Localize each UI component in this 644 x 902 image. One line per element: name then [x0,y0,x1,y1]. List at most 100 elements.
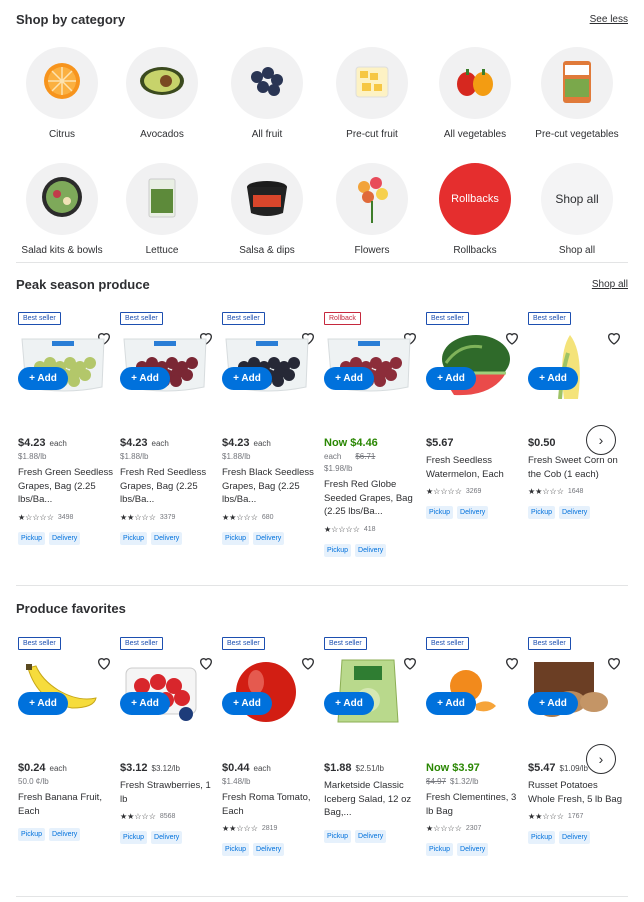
product-card[interactable]: Best seller + Add Now $3.97 $4.97 $1.32/lb… [426,632,522,856]
see-less-link[interactable]: See less [590,14,628,25]
rating: ★☆☆☆☆ 3269 [426,487,522,496]
category-shop-all[interactable]: Shop all Shop all [527,163,627,256]
fulfillment-tags: Pickup Delivery [324,543,420,557]
review-count: 418 [363,525,376,533]
avocado-icon [132,51,192,116]
review-count: 1767 [567,813,584,820]
product-name[interactable]: Fresh Sweet Corn on the Cob (1 each) [528,454,624,481]
product-name[interactable]: Marketside Classic Iceberg Salad, 12 oz … [324,779,420,820]
tag-pickup: Pickup [426,506,454,519]
product-card[interactable]: Best seller + Add $4.23 each $1.88/lb Fres… [18,307,114,545]
tag-delivery: Delivery [457,506,489,519]
add-button[interactable]: + Add [324,692,374,715]
tag-delivery: Delivery [49,828,81,841]
product-card[interactable]: Best seller + Add $4.23 each $1.88/lb Fres… [222,307,318,545]
category-image[interactable]: Rollbacks [439,163,511,235]
add-button[interactable]: + Add [222,692,272,715]
product-card[interactable]: Best seller + Add $3.12 $3.12/lb Fresh St… [120,632,216,844]
product-card[interactable]: Best seller + Add $0.50 Fresh Sweet Corn… [528,307,624,519]
add-button[interactable]: + Add [528,367,578,390]
product-card[interactable]: Best seller + Add $4.23 each $1.88/lb Fres… [120,307,216,545]
review-count: 3379 [159,513,176,521]
rating: ★☆☆☆☆ 3498 [18,513,114,522]
add-button[interactable]: + Add [528,692,578,715]
product-card[interactable]: Rollback + Add Now $4.46 each $6.71 $1.98/l… [324,307,420,557]
category-flowers[interactable]: Flowers [322,163,422,256]
tag-delivery: Delivery [49,531,81,545]
lettuce-icon [132,167,192,232]
category-pre-cut-vegetables[interactable]: Pre-cut vegetables [527,47,627,140]
category-image[interactable] [231,47,303,119]
add-button[interactable]: + Add [426,367,476,390]
fulfillment-tags: Pickup Delivery [324,829,420,843]
chevron-right-icon: › [598,751,604,767]
category-image[interactable]: Shop all [541,163,613,235]
divider [16,262,628,263]
product-name[interactable]: Fresh Red Globe Seeded Grapes, Bag (2.25… [324,478,420,519]
product-name[interactable]: Fresh Seedless Watermelon, Each [426,454,522,481]
product-name[interactable]: Fresh Clementines, 3 lb Bag [426,791,522,818]
category-citrus[interactable]: Citrus [12,47,112,140]
product-badge: Best seller [426,637,469,650]
fulfillment-tags: Pickup Delivery [426,843,522,856]
price-value: $0.50 [528,437,556,449]
product-card[interactable]: Best seller + Add $0.44 each $1.48/lb Fres… [222,632,318,856]
category-image[interactable] [336,163,408,235]
product-name[interactable]: Russet Potatoes Whole Fresh, 5 lb Bag [528,779,624,806]
add-button[interactable]: + Add [222,367,272,390]
shop-all-link[interactable]: Shop all [592,279,628,290]
add-button[interactable]: + Add [18,692,68,715]
carousel-next-button[interactable]: › [586,425,616,455]
category-all-fruit[interactable]: All fruit [217,47,317,140]
category-image[interactable] [26,163,98,235]
product-name[interactable]: Fresh Roma Tomato, Each [222,791,318,818]
product-badge: Best seller [528,312,571,325]
category-avocados[interactable]: Avocados [112,47,212,140]
add-button[interactable]: + Add [324,367,374,390]
price-each: each [324,452,342,461]
review-count: 2307 [465,825,482,832]
product-name[interactable]: Fresh Strawberries, 1 lb [120,779,216,806]
category-rollbacks[interactable]: Rollbacks Rollbacks [425,163,525,256]
product-card[interactable]: Best seller + Add $0.24 each 50.0 ¢/lb Fre… [18,632,114,841]
blueberries-icon [237,51,297,116]
product-name[interactable]: Fresh Banana Fruit, Each [18,791,114,818]
circle-text: Shop all [555,192,599,206]
rating: ★★☆☆☆ 1648 [528,487,624,496]
product-name[interactable]: Fresh Red Seedless Grapes, Bag (2.25 lbs… [120,466,216,507]
add-button[interactable]: + Add [120,692,170,715]
fulfillment-tags: Pickup Delivery [120,531,216,545]
product-name[interactable]: Fresh Green Seedless Grapes, Bag (2.25 l… [18,466,114,507]
add-button[interactable]: + Add [426,692,476,715]
add-button[interactable]: + Add [120,367,170,390]
category-image[interactable] [541,47,613,119]
category-image[interactable] [126,47,198,119]
category-image[interactable] [231,163,303,235]
category-image[interactable] [336,47,408,119]
price-each: $1.09/lb [559,764,588,773]
unit-price-text: $1.88/lb [222,452,251,461]
product-name[interactable]: Fresh Black Seedless Grapes, Bag (2.25 l… [222,466,318,507]
product-card[interactable]: Best seller + Add $5.47 $1.09/lb Russet P… [528,632,624,844]
category-image[interactable] [126,163,198,235]
carousel-next-button[interactable]: › [586,744,616,774]
price-each: each [151,439,169,448]
circle-text: Rollbacks [451,193,499,205]
category-lettuce[interactable]: Lettuce [112,163,212,256]
product-card[interactable]: Best seller + Add $1.88 $2.51/lb Marketsi… [324,632,420,843]
category-salsa-dips[interactable]: Salsa & dips [217,163,317,256]
product-badge: Best seller [222,312,265,325]
category-salad-kits-bowls[interactable]: Salad kits & bowls [12,163,112,256]
product-card[interactable]: Best seller + Add $5.67 Fresh Seedless W… [426,307,522,519]
category-label: Lettuce [145,245,179,256]
unit-price-text: $1.48/lb [222,777,251,786]
add-button[interactable]: + Add [18,367,68,390]
category-label: Rollbacks [453,245,497,256]
category-pre-cut-fruit[interactable]: Pre-cut fruit [322,47,422,140]
category-label: All fruit [251,129,283,140]
category-image[interactable] [439,47,511,119]
category-image[interactable] [26,47,98,119]
stars-icon: ★★☆☆☆ [120,512,156,522]
stars-icon: ★★☆☆☆ [528,487,564,496]
category-all-vegetables[interactable]: All vegetables [425,47,525,140]
